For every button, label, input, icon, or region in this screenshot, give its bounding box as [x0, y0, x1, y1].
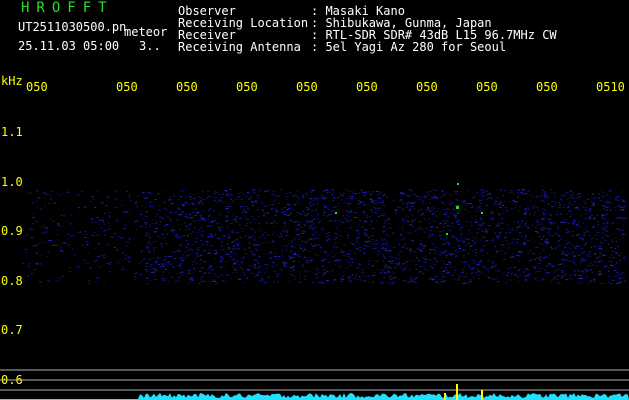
meteor-echo — [481, 212, 483, 214]
noise-spike — [444, 393, 446, 400]
hrofft-window: HROFFT UT2511030500.pn meteor 25.11.03 0… — [0, 0, 629, 400]
meteor-echo — [335, 212, 337, 214]
meteor-echo — [446, 233, 448, 235]
spectrogram-plot — [0, 183, 629, 400]
signal-band — [22, 189, 627, 285]
meteor-echo — [457, 183, 459, 185]
noise-spike — [481, 390, 483, 400]
meteor-echo — [456, 206, 459, 209]
noise-spike — [456, 384, 458, 400]
noise-floor — [0, 393, 629, 400]
